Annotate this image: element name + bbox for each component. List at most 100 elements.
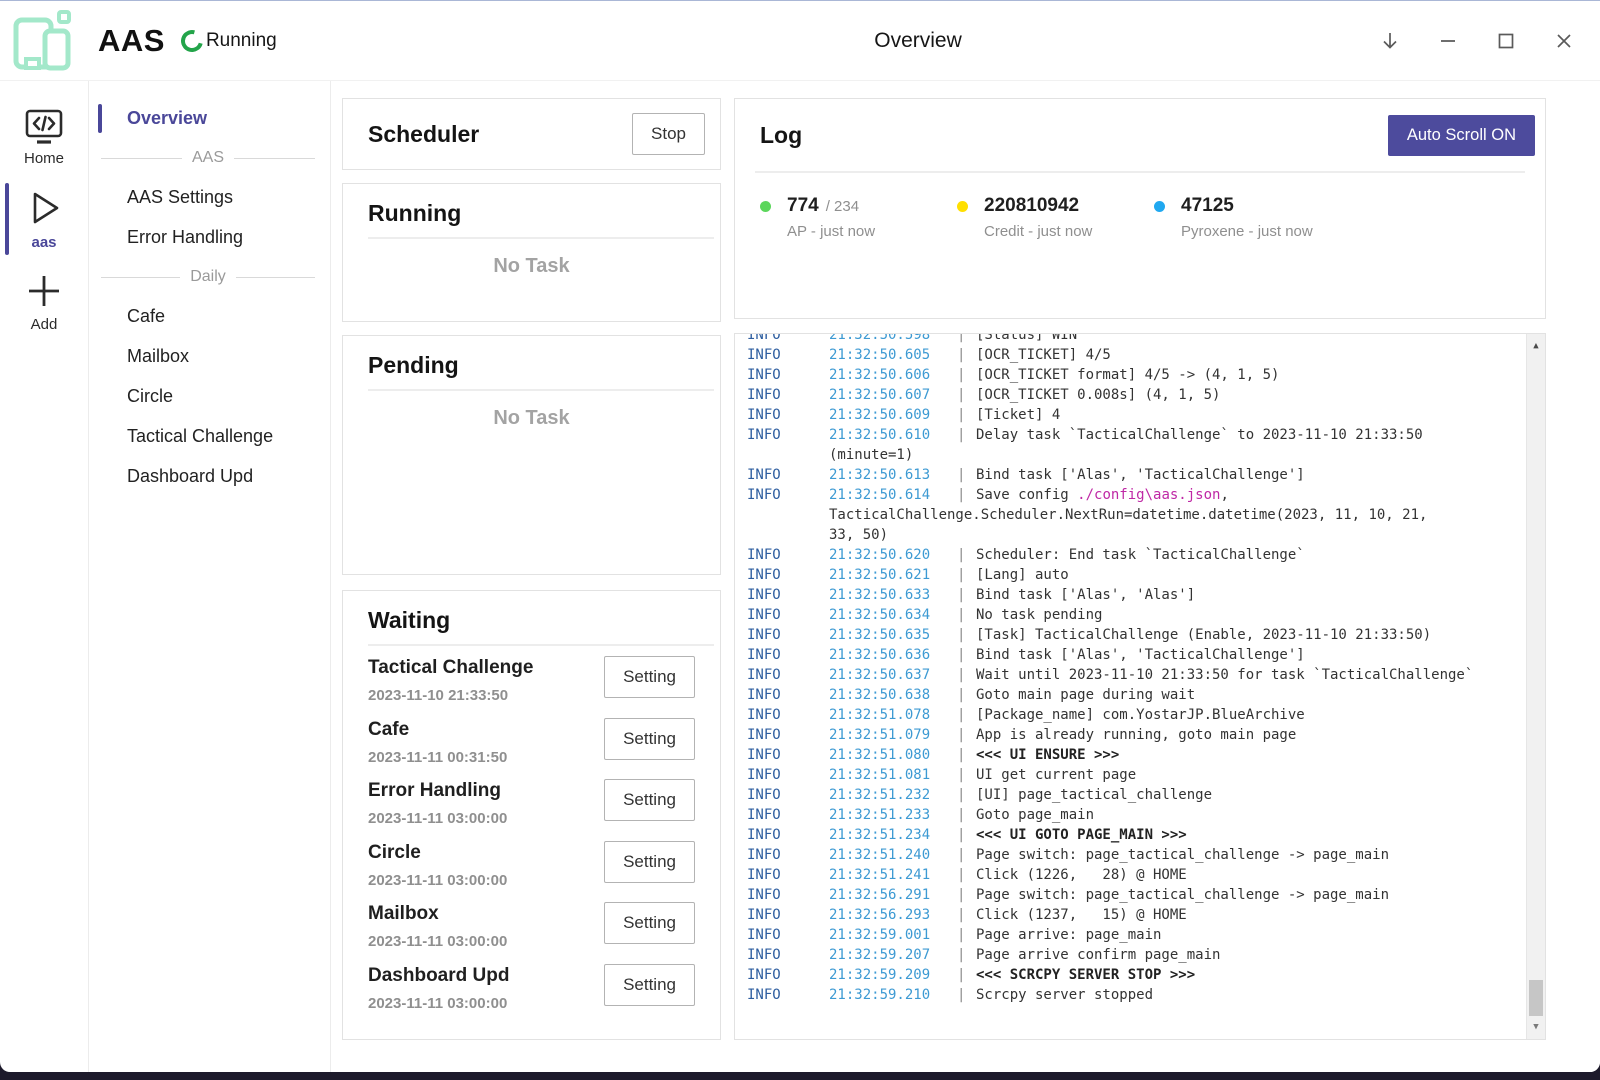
log-line: INFO21:32:59.001|Page arrive: page_main: [747, 925, 1545, 945]
log-line: INFO21:32:51.080|<<< UI ENSURE >>>: [747, 745, 1545, 765]
pending-title: Pending: [343, 352, 720, 379]
app-name: AAS: [98, 23, 165, 59]
menu-item-label: Mailbox: [127, 346, 189, 366]
waiting-task-row: Dashboard Upd 2023-11-11 03:00:00 Settin…: [343, 960, 720, 1022]
scroll-down-icon[interactable]: ▼: [1527, 1017, 1545, 1037]
running-spinner-icon: [177, 25, 207, 55]
waiting-task-row: Cafe 2023-11-11 00:31:50 Setting: [343, 714, 720, 776]
running-title: Running: [343, 200, 720, 227]
log-line: INFO21:32:50.621|[Lang] auto: [747, 565, 1545, 585]
waiting-task-row: Circle 2023-11-11 03:00:00 Setting: [343, 837, 720, 899]
waiting-task-next-run: 2023-11-11 03:00:00: [368, 872, 507, 889]
waiting-task-info: Dashboard Upd 2023-11-11 03:00:00: [368, 963, 509, 1012]
waiting-task-info: Circle 2023-11-11 03:00:00: [368, 840, 507, 889]
log-line-continuation: 33, 50): [747, 525, 1545, 545]
waiting-task-next-run: 2023-11-11 03:00:00: [368, 995, 509, 1012]
menu-group-divider: Daily: [101, 266, 315, 288]
divider: [368, 237, 714, 239]
waiting-card: Waiting Tactical Challenge 2023-11-10 21…: [342, 590, 721, 1040]
sidebar-item-label: Home: [0, 150, 88, 167]
log-line-continuation: (minute=1): [747, 445, 1545, 465]
waiting-task-row: Mailbox 2023-11-11 03:00:00 Setting: [343, 898, 720, 960]
waiting-task-list: Tactical Challenge 2023-11-10 21:33:50 S…: [343, 652, 720, 1021]
running-empty-text: No Task: [343, 255, 720, 278]
scroll-up-icon[interactable]: ▲: [1527, 336, 1545, 356]
minimize-button[interactable]: [1436, 29, 1460, 53]
log-line: INFO21:32:50.610|Delay task `TacticalCha…: [747, 425, 1545, 445]
log-lines: INFO21:32:50.598|[Status] WININFO21:32:5…: [735, 333, 1545, 1005]
task-setting-button[interactable]: Setting: [604, 718, 695, 760]
app-body: Home aas Add Overview AAS AAS Settin: [0, 81, 1600, 1072]
task-setting-button[interactable]: Setting: [604, 779, 695, 821]
window-controls: [1378, 1, 1576, 81]
task-setting-button[interactable]: Setting: [604, 902, 695, 944]
menu-group-divider: AAS: [101, 147, 315, 169]
log-line: INFO21:32:51.078|[Package_name] com.Yost…: [747, 705, 1545, 725]
waiting-task-name: Dashboard Upd: [368, 965, 509, 987]
stat-dot-icon: [1154, 201, 1165, 212]
menu-item-label: Error Handling: [127, 227, 243, 247]
close-button[interactable]: [1552, 29, 1576, 53]
sidebar-item-add[interactable]: Add: [0, 261, 88, 343]
task-setting-button[interactable]: Setting: [604, 964, 695, 1006]
plus-icon: [22, 269, 66, 313]
stat-line: 774 / 234: [787, 195, 875, 217]
titlebar: AAS Running Overview: [0, 1, 1600, 81]
app-logo-icon: [8, 7, 76, 75]
log-line: INFO21:32:51.232|[UI] page_tactical_chal…: [747, 785, 1545, 805]
log-line: INFO21:32:50.605|[OCR_TICKET] 4/5: [747, 345, 1545, 365]
menu-item-dashboard-upd[interactable]: Dashboard Upd: [89, 458, 330, 495]
log-line-continuation: TacticalChallenge.Scheduler.NextRun=date…: [747, 505, 1545, 525]
pending-empty-text: No Task: [343, 407, 720, 430]
maximize-button[interactable]: [1494, 29, 1518, 53]
menu-item-overview[interactable]: Overview: [89, 100, 330, 137]
app-window: AAS Running Overview: [0, 0, 1600, 1072]
scheduler-title: Scheduler: [368, 121, 479, 148]
log-line: INFO21:32:50.598|[Status] WIN: [747, 333, 1545, 345]
task-setting-button[interactable]: Setting: [604, 656, 695, 698]
task-setting-button[interactable]: Setting: [604, 841, 695, 883]
stop-button[interactable]: Stop: [632, 113, 705, 155]
auto-scroll-button[interactable]: Auto Scroll ON: [1388, 115, 1535, 156]
stat-label: AP - just now: [787, 223, 875, 240]
menu-item-label: Tactical Challenge: [127, 426, 273, 446]
sidebar-item-home[interactable]: Home: [0, 99, 88, 177]
stat-suffix: / 234: [826, 198, 859, 215]
log-line: INFO21:32:50.638|Goto main page during w…: [747, 685, 1545, 705]
main-content: Scheduler Stop Running No Task Pending N…: [331, 81, 1600, 1072]
dashboard-stat: 774 / 234 AP - just now: [760, 195, 957, 240]
stat-line: 47125: [1181, 195, 1313, 217]
stat-body: 774 / 234 AP - just now: [787, 195, 875, 240]
nav-menu: Overview AAS AAS Settings Error Handling…: [89, 81, 331, 1072]
stat-value: 774: [787, 195, 819, 217]
tasks-column: Scheduler Stop Running No Task Pending N…: [342, 98, 721, 1040]
download-update-button[interactable]: [1378, 29, 1402, 53]
menu-item-tactical-challenge[interactable]: Tactical Challenge: [89, 418, 330, 455]
waiting-task-name: Mailbox: [368, 903, 507, 925]
log-line: INFO21:32:56.291|Page switch: page_tacti…: [747, 885, 1545, 905]
log-scrollbar[interactable]: ▲ ▼: [1526, 334, 1545, 1039]
menu-item-cafe[interactable]: Cafe: [89, 298, 330, 335]
log-header: Log Auto Scroll ON: [735, 99, 1545, 171]
sidebar-item-aas[interactable]: aas: [0, 177, 88, 261]
log-card: Log Auto Scroll ON 774 / 234 AP - just n…: [734, 98, 1546, 319]
dashboard-stats: 774 / 234 AP - just now 220810942 Credit…: [735, 173, 1545, 240]
waiting-task-name: Cafe: [368, 719, 507, 741]
running-card: Running No Task: [342, 183, 721, 322]
menu-item-circle[interactable]: Circle: [89, 378, 330, 415]
menu-item-error-handling[interactable]: Error Handling: [89, 219, 330, 256]
log-column: Log Auto Scroll ON 774 / 234 AP - just n…: [734, 98, 1546, 1040]
stat-label: Credit - just now: [984, 223, 1092, 240]
waiting-task-next-run: 2023-11-11 00:31:50: [368, 749, 507, 766]
menu-item-aas-settings[interactable]: AAS Settings: [89, 179, 330, 216]
log-line: INFO21:32:50.614|Save config ./config\aa…: [747, 485, 1545, 505]
divider: [368, 389, 714, 391]
log-line: INFO21:32:50.636|Bind task ['Alas', 'Tac…: [747, 645, 1545, 665]
stat-dot-icon: [957, 201, 968, 212]
menu-item-mailbox[interactable]: Mailbox: [89, 338, 330, 375]
log-line: INFO21:32:50.637|Wait until 2023-11-10 2…: [747, 665, 1545, 685]
sidebar-item-label: Add: [0, 316, 88, 333]
stat-body: 220810942 Credit - just now: [984, 195, 1092, 240]
scrollbar-thumb[interactable]: [1529, 980, 1543, 1016]
log-line: INFO21:32:51.079|App is already running,…: [747, 725, 1545, 745]
